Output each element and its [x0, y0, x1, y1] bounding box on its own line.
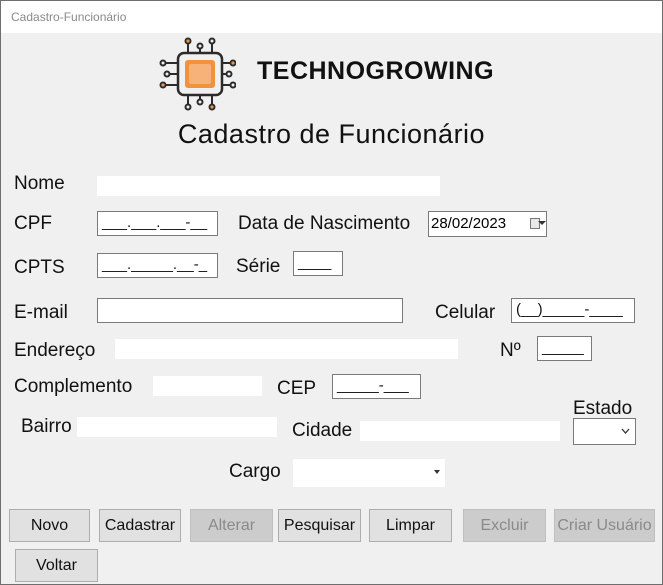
- window-title: Cadastro-Funcionário: [11, 10, 127, 24]
- label-cep: CEP: [277, 378, 317, 399]
- label-nome: Nome: [14, 173, 65, 194]
- estado-select[interactable]: [573, 418, 636, 445]
- label-cpts: CPTS: [14, 257, 65, 278]
- label-cpf: CPF: [14, 213, 52, 234]
- cidade-input[interactable]: [360, 421, 560, 441]
- serie-input[interactable]: ____: [293, 251, 343, 276]
- label-email: E-mail: [14, 302, 68, 323]
- cargo-select[interactable]: [293, 459, 445, 487]
- excluir-button[interactable]: Excluir: [463, 509, 546, 542]
- nome-input[interactable]: [97, 176, 440, 196]
- title-bar: Cadastro-Funcionário: [1, 1, 662, 33]
- cadastrar-button[interactable]: Cadastrar: [99, 509, 181, 542]
- cep-input[interactable]: _____-___: [332, 374, 421, 399]
- data-nascimento-value: 28/02/2023: [431, 215, 507, 232]
- pesquisar-button[interactable]: Pesquisar: [278, 509, 361, 542]
- celular-input[interactable]: (__)_____-____: [511, 298, 635, 323]
- label-numero: Nº: [500, 340, 521, 361]
- chevron-down-icon: [621, 428, 630, 434]
- label-estado: Estado: [573, 398, 633, 419]
- app-window: Cadastro-Funcionário TECHNOGROWING Cadas…: [0, 0, 663, 585]
- cpf-input[interactable]: ___.___.___-__: [97, 211, 218, 236]
- complemento-input[interactable]: [153, 376, 262, 396]
- label-data-nascimento: Data de Nascimento: [238, 213, 411, 234]
- chip-logo-icon: [159, 37, 236, 111]
- email-input[interactable]: [97, 298, 403, 323]
- brand-name: TECHNOGROWING: [257, 57, 495, 85]
- voltar-button[interactable]: Voltar: [15, 549, 98, 582]
- numero-input[interactable]: _____: [537, 336, 592, 361]
- label-endereco: Endereço: [14, 340, 96, 361]
- cpts-input[interactable]: ___._____.__-_: [97, 253, 218, 278]
- label-complemento: Complemento: [14, 376, 133, 397]
- caret-down-icon: [434, 470, 440, 474]
- chevron-down-icon[interactable]: [538, 221, 546, 225]
- limpar-button[interactable]: Limpar: [369, 509, 452, 542]
- alterar-button[interactable]: Alterar: [190, 509, 273, 542]
- criar-usuario-button[interactable]: Criar Usuário: [554, 509, 655, 542]
- endereco-input[interactable]: [115, 339, 458, 359]
- label-serie: Série: [236, 256, 281, 277]
- bairro-input[interactable]: [77, 417, 277, 437]
- label-bairro: Bairro: [21, 416, 72, 437]
- data-nascimento-picker[interactable]: 28/02/2023: [428, 211, 547, 237]
- page-title: Cadastro de Funcionário: [177, 119, 486, 149]
- label-cargo: Cargo: [229, 461, 281, 482]
- novo-button[interactable]: Novo: [9, 509, 90, 542]
- label-cidade: Cidade: [292, 420, 353, 441]
- label-celular: Celular: [435, 302, 496, 323]
